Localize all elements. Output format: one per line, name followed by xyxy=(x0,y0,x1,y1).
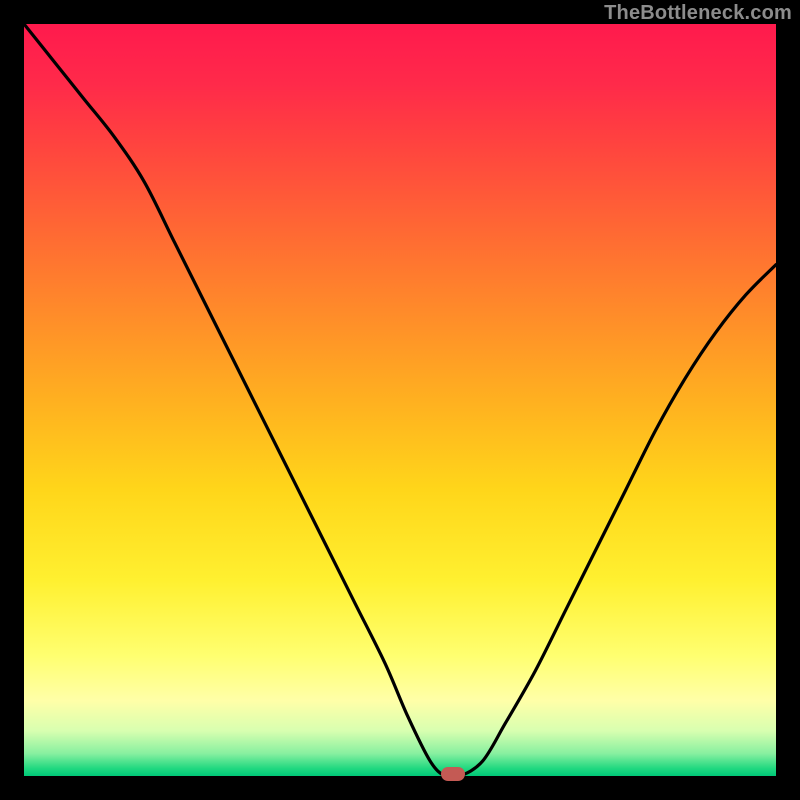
chart-frame: TheBottleneck.com xyxy=(0,0,800,800)
bottleneck-curve xyxy=(24,24,776,776)
optimum-marker xyxy=(441,767,465,781)
watermark-text: TheBottleneck.com xyxy=(604,2,792,25)
